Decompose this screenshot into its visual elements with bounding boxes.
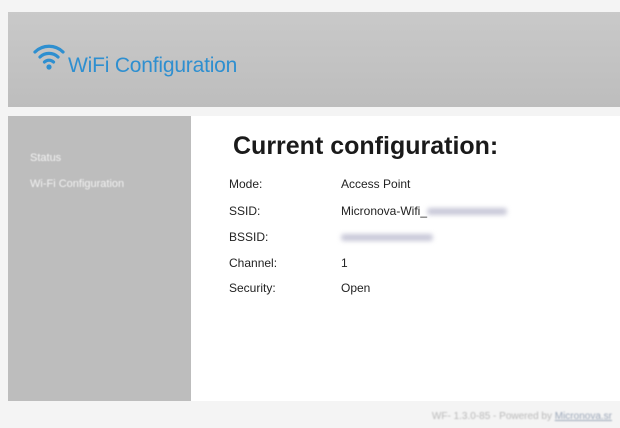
field-value-container — [341, 228, 433, 246]
sidebar-item-status[interactable]: Status — [30, 150, 191, 166]
field-label: Mode: — [229, 177, 263, 191]
app-title: WiFi Configuration — [68, 54, 238, 77]
footer-powered-link[interactable]: Micronova.sr — [555, 411, 612, 422]
sidebar: Status Wi-Fi Configuration — [8, 116, 191, 401]
field-value-container: Micronova-Wifi_ — [341, 202, 508, 220]
field-label: BSSID: — [229, 230, 269, 244]
redacted-value — [341, 234, 433, 242]
redacted-value — [427, 208, 508, 216]
field-value: Open — [341, 281, 371, 295]
field-label: Channel: — [229, 256, 278, 270]
sidebar-item-wifi-configuration[interactable]: Wi-Fi Configuration — [30, 176, 191, 192]
field-label: Security: — [229, 281, 276, 295]
footer-version: WF- 1.3.0-85 - Powered by — [431, 411, 552, 422]
app-header: WiFi Configuration — [8, 12, 620, 107]
field-value: Micronova-Wifi_ — [341, 204, 428, 218]
footer: WF- 1.3.0-85 - Powered by Micronova.sr — [432, 411, 612, 422]
field-value: Access Point — [341, 177, 411, 191]
field-value: 1 — [341, 256, 348, 270]
wifi-icon — [33, 44, 65, 70]
page-title: Current configuration: — [233, 132, 499, 160]
field-label: SSID: — [229, 204, 261, 218]
main-panel: Current configuration: Mode: Access Poin… — [191, 116, 620, 401]
